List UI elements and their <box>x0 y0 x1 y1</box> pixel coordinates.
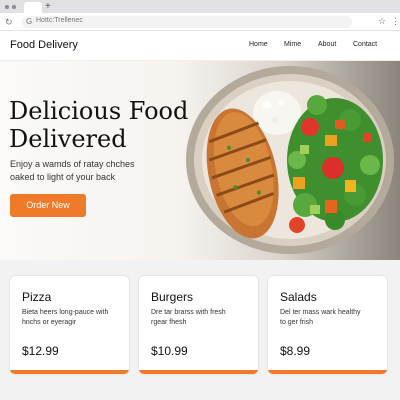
hero-subtitle-line: Enjoy a wamds of ratay chches <box>10 159 135 169</box>
card-description-line: Dre tar brarss with fresh <box>151 309 226 316</box>
url-text: Hottc:Trellenec <box>36 17 83 24</box>
hero-subtitle-line: oaked to light of your back <box>10 172 116 182</box>
hero-section: Delicious Food Delivered Enjoy a wamds o… <box>0 61 400 260</box>
hero-title-line: Delivered <box>9 125 127 153</box>
card-description-line: rgear fhesh <box>151 319 187 326</box>
card-price: $10.99 <box>151 344 188 358</box>
card-accent-bar <box>139 370 258 374</box>
card-price: $8.99 <box>280 344 311 358</box>
card-description-line: hnchs or eyeragir <box>22 319 77 326</box>
hero-subtitle: Enjoy a wamds of ratay chches oaked to l… <box>10 158 160 184</box>
reload-icon[interactable]: ↻ <box>5 16 13 28</box>
food-card-salads[interactable]: Salads Del ter mass wark healthy to ger … <box>268 276 387 374</box>
card-title: Pizza <box>22 290 52 304</box>
card-title: Salads <box>280 290 317 304</box>
url-field[interactable]: G Hottc:Trellenec <box>22 16 352 28</box>
card-description-line: Bieta heers long-pauce with <box>22 309 109 316</box>
window-dot-icon[interactable] <box>5 5 9 9</box>
site-info-icon[interactable]: G <box>26 17 32 26</box>
hero-title-line: Delicious Food <box>9 97 189 125</box>
food-card-burgers[interactable]: Burgers Dre tar brarss with fresh rgear … <box>139 276 258 374</box>
nav-menu[interactable]: Mime <box>284 41 301 48</box>
card-description: Dre tar brarss with fresh rgear fhesh <box>151 308 251 328</box>
card-description: Bieta heers long-pauce with hnchs or eye… <box>22 308 122 328</box>
food-card-pizza[interactable]: Pizza Bieta heers long-pauce with hnchs … <box>10 276 129 374</box>
browser-tab[interactable] <box>24 2 42 13</box>
order-now-button[interactable]: Order New <box>10 194 86 217</box>
nav-about[interactable]: About <box>318 41 336 48</box>
bookmark-star-icon[interactable]: ☆ <box>378 16 386 27</box>
card-description: Del ter mass wark healthy to ger frish <box>280 308 380 328</box>
food-bowl-image <box>186 66 394 254</box>
window-dot-icon[interactable] <box>12 5 16 9</box>
card-description-line: Del ter mass wark healthy <box>280 309 361 316</box>
card-price: $12.99 <box>22 344 59 358</box>
card-accent-bar <box>10 370 129 374</box>
nav-home[interactable]: Home <box>249 41 268 48</box>
hero-title: Delicious Food Delivered <box>9 97 209 153</box>
address-bar: ↻ G Hottc:Trellenec ☆ ⋮ <box>0 13 400 31</box>
nav-contact[interactable]: Contact <box>353 41 377 48</box>
browser-tab-bar: + <box>0 0 400 13</box>
card-title: Burgers <box>151 290 194 304</box>
more-menu-icon[interactable]: ⋮ <box>391 16 400 27</box>
brand-logo[interactable]: Food Delivery <box>10 39 78 51</box>
card-accent-bar <box>268 370 387 374</box>
card-description-line: to ger frish <box>280 319 314 326</box>
site-header: Food Delivery Home Mime About Contact <box>0 31 400 61</box>
new-tab-icon[interactable]: + <box>45 0 51 13</box>
